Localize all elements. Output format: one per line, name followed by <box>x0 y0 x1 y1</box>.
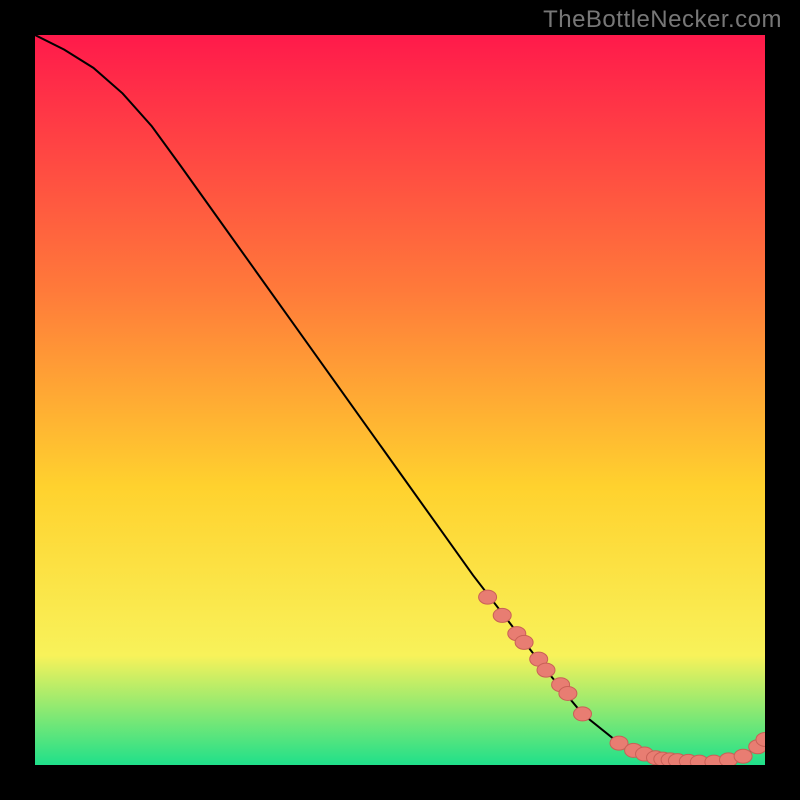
plot-area <box>35 35 765 765</box>
data-marker <box>734 749 752 763</box>
gradient-background <box>35 35 765 765</box>
chart-frame: TheBottleNecker.com <box>0 0 800 800</box>
watermark-text: TheBottleNecker.com <box>543 6 782 34</box>
data-marker <box>559 686 577 700</box>
data-marker <box>537 663 555 677</box>
data-marker <box>574 707 592 721</box>
data-marker <box>515 635 533 649</box>
chart-svg <box>35 35 765 765</box>
data-marker <box>479 590 497 604</box>
data-marker <box>493 608 511 622</box>
